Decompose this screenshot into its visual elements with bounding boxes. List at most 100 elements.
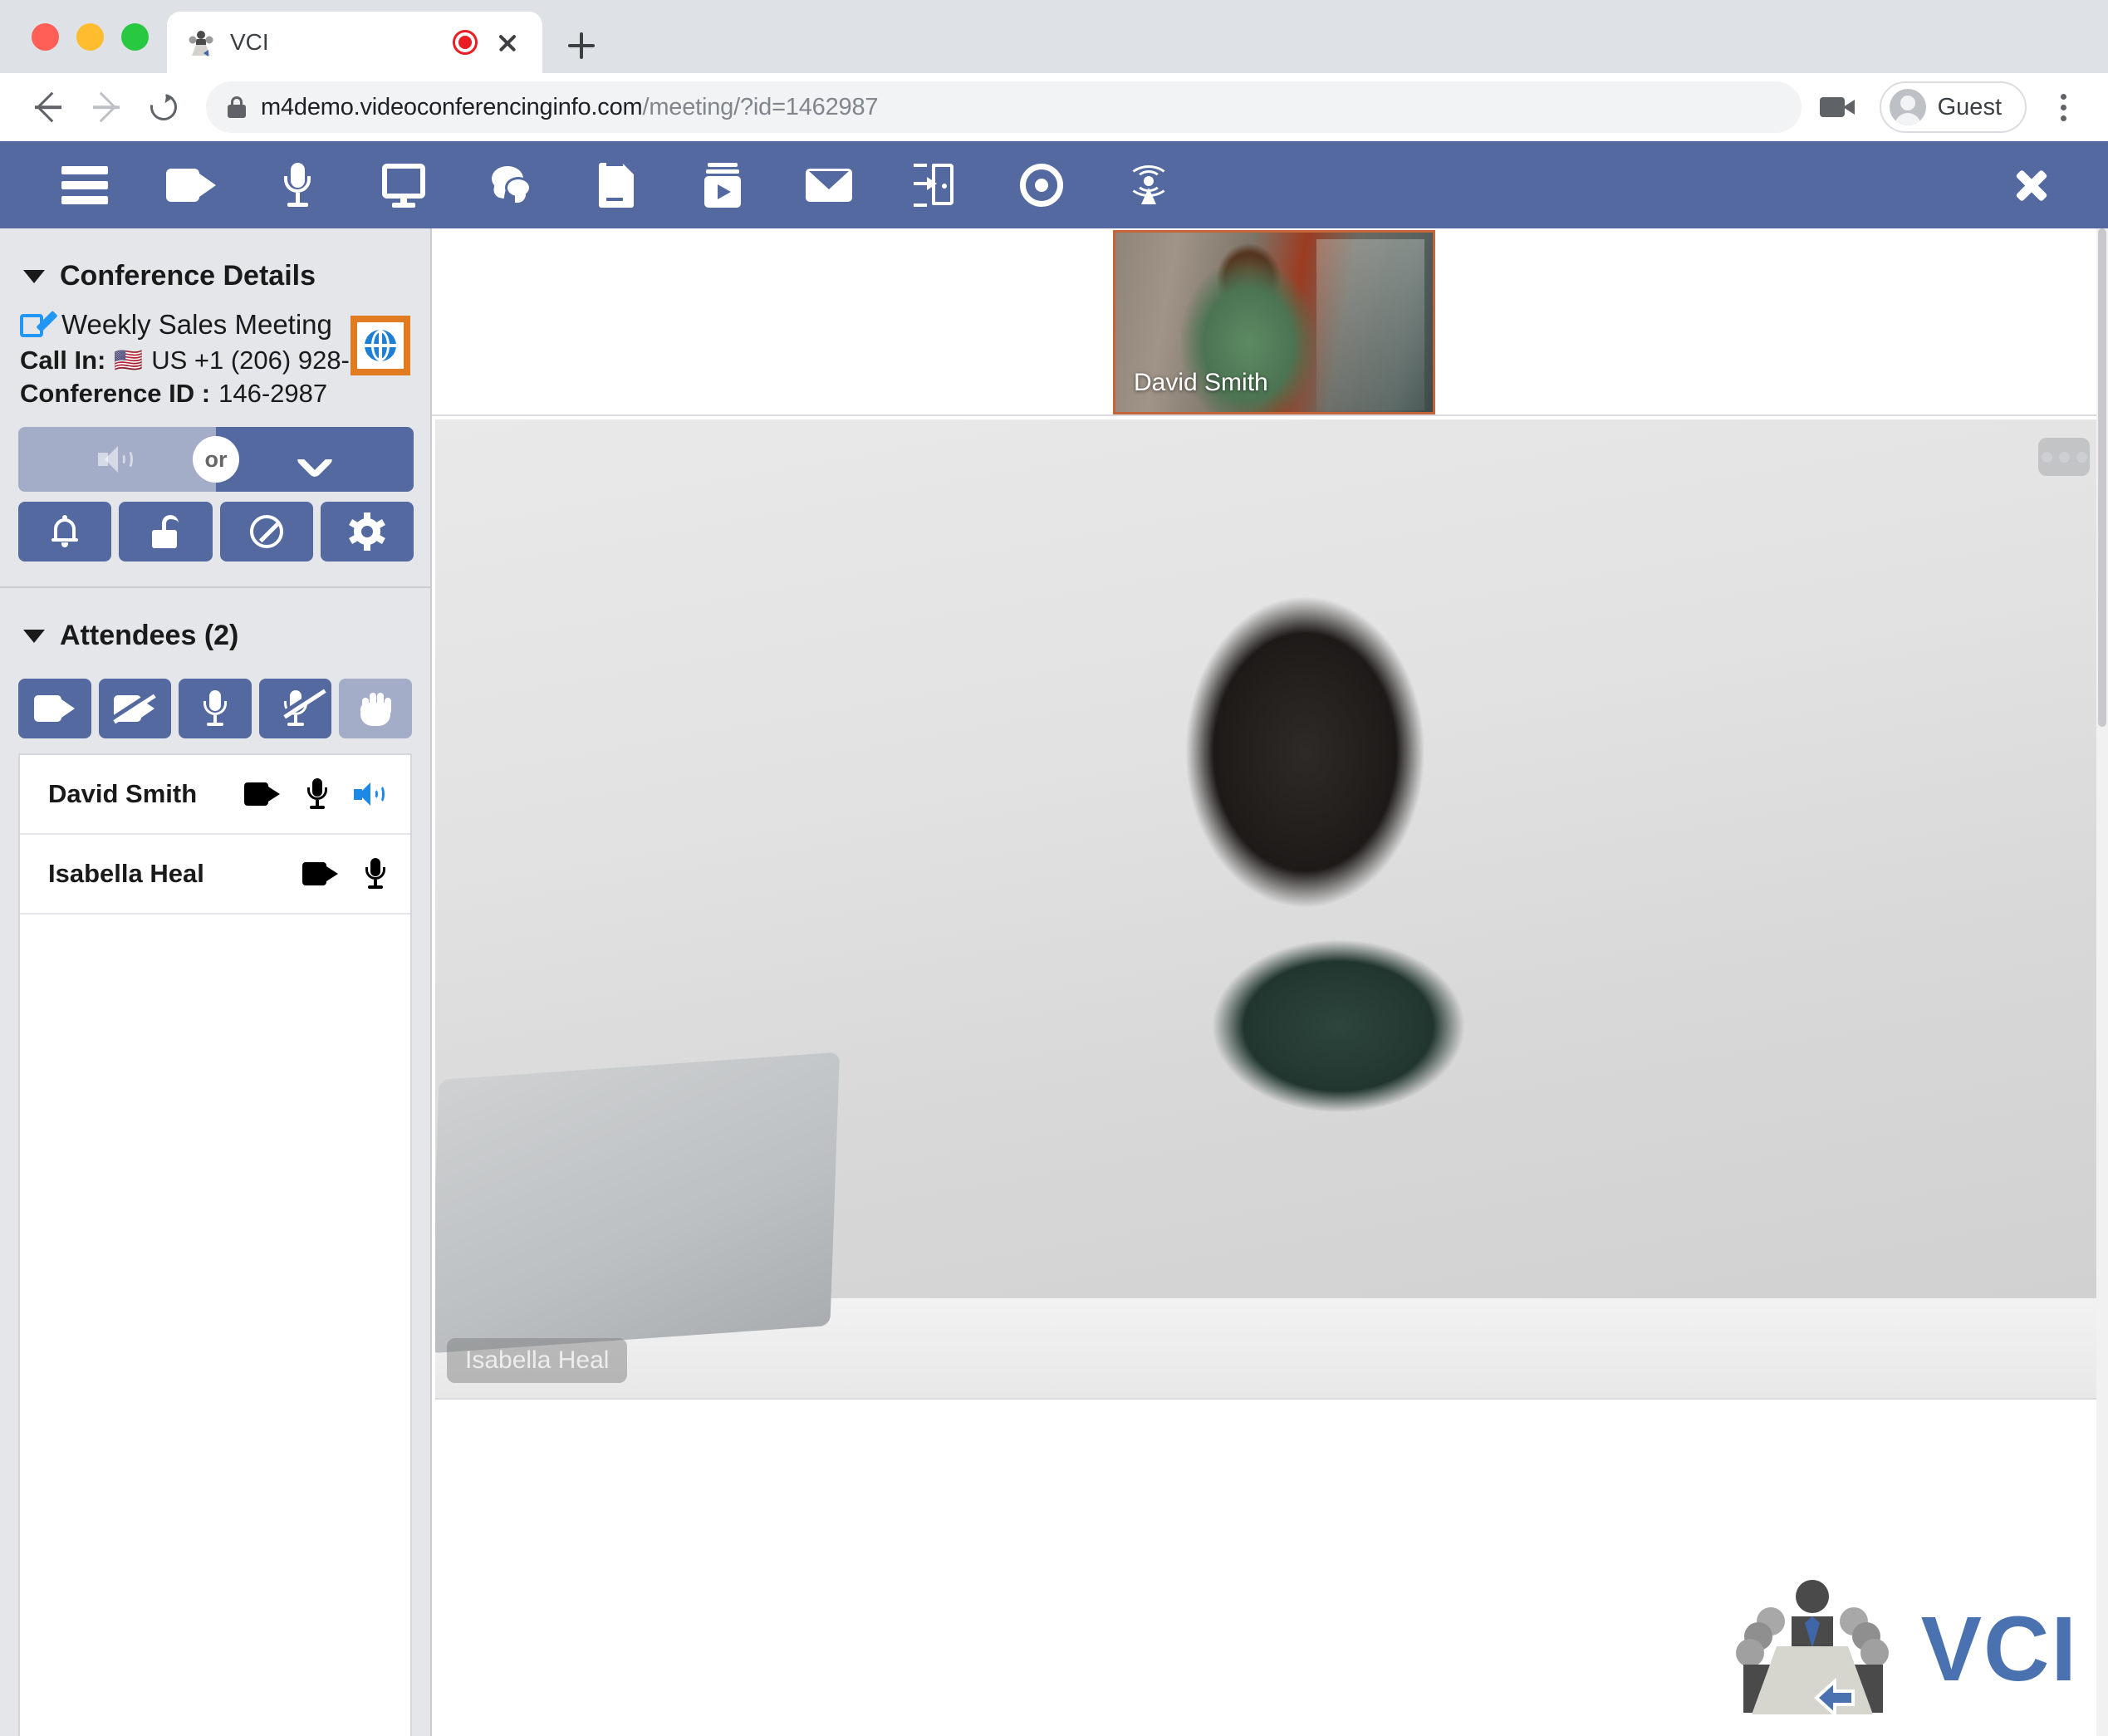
collapse-caret-icon[interactable] [23,269,45,283]
phone-icon [294,439,336,480]
address-bar[interactable]: m4demo.videoconferencinginfo.com/meeting… [206,81,1802,133]
lock-icon [228,96,246,118]
block-button[interactable] [219,502,313,562]
minimize-window-button[interactable] [76,22,104,51]
app-body: Conference Details Weekly Sales Meeting … [0,228,2108,1736]
forward-icon[interactable] [80,81,131,133]
video-stage: David Smith Isabella Heal VCI [432,228,2108,1736]
attendees-title: Attendees (2) [60,620,239,651]
mic-on-icon [203,690,227,727]
conference-details-title: Conference Details [60,260,316,292]
camera-icon[interactable] [302,862,339,885]
video-camera-icon[interactable] [138,141,244,228]
lock-meeting-button[interactable] [119,502,213,562]
collapse-caret-icon[interactable] [23,629,45,643]
recording-dot-icon [453,30,478,55]
join-by-phone-button[interactable] [216,427,414,492]
edit-icon[interactable] [20,310,58,339]
reload-icon[interactable] [138,81,189,133]
profile-chip[interactable]: Guest [1879,81,2027,133]
scrollbar-thumb[interactable] [2098,228,2106,727]
vci-logo-text: VCI [1920,1598,2078,1700]
globe-icon[interactable] [365,330,396,361]
close-icon[interactable] [1985,141,2076,228]
attendee-name: Isabella Heal [48,859,204,888]
speaker-icon [98,444,136,474]
document-icon[interactable] [563,141,669,228]
list-item[interactable]: Isabella Heal [20,835,410,915]
vci-app: Conference Details Weekly Sales Meeting … [0,141,2108,1736]
raise-hand-icon [359,691,392,726]
thumbnail-background-detail [1316,239,1424,410]
camera-on-icon [33,695,76,722]
conference-id-value: 146-2987 [218,379,328,408]
or-separator: or [193,436,239,483]
attendee-status-icons [302,858,385,890]
back-icon[interactable] [22,81,73,133]
unlock-icon [150,515,180,548]
raise-hand-button[interactable] [339,679,412,738]
bell-button[interactable] [18,502,112,562]
us-flag-icon: 🇺🇸 [114,347,144,373]
thumbnail-strip: David Smith [432,228,2108,416]
call-in-label: Call In: [20,346,106,375]
omnibox-bar: m4demo.videoconferencinginfo.com/meeting… [0,73,2108,141]
video-player-icon[interactable] [669,141,776,228]
browser-chrome: VCI m4demo.videoconferencinginfo.com/mee… [0,0,2108,141]
conference-details-header[interactable]: Conference Details [0,228,430,301]
record-icon[interactable] [988,141,1095,228]
conference-id-label: Conference ID : [20,379,211,408]
url-domain: m4demo.videoconferencinginfo.com [261,93,643,120]
microphone-icon[interactable] [244,141,351,228]
url-path: /meeting/?id=1462987 [642,93,879,120]
attendees-toolbar [18,679,412,738]
mail-icon[interactable] [776,141,882,228]
mute-all-button[interactable] [258,679,332,738]
conference-id-row: Conference ID : 146-2987 [20,379,414,409]
camera-icon[interactable] [244,782,281,806]
tab-strip: VCI [0,0,2108,73]
camera-indicator-icon[interactable] [1816,84,1863,130]
globe-icon-highlight[interactable] [351,316,410,375]
microphone-icon[interactable] [365,858,385,890]
bell-icon [51,515,79,548]
start-all-video-button[interactable] [18,679,91,738]
new-tab-button[interactable] [554,18,609,73]
tab-close-icon[interactable] [491,26,524,59]
screen-share-icon[interactable] [351,141,457,228]
menu-icon[interactable] [32,141,138,228]
vci-conference-logo-icon [1725,1575,1900,1724]
maximize-window-button[interactable] [121,22,149,51]
app-toolbar [0,141,2108,228]
main-video-laptop [435,1052,840,1354]
page-scrollbar[interactable] [2096,228,2108,1736]
chat-icon[interactable] [457,141,563,228]
settings-button[interactable] [320,502,414,562]
thumbnail-name-label: David Smith [1134,369,1268,396]
kebab-menu-icon[interactable] [2040,81,2086,133]
participant-thumbnail[interactable]: David Smith [1113,230,1435,414]
speaker-icon[interactable] [354,782,385,807]
window-controls[interactable] [23,0,167,73]
block-icon [249,515,283,548]
browser-tab[interactable]: VCI [167,12,542,73]
stop-all-video-button[interactable] [98,679,172,738]
vci-favicon-icon [185,28,217,56]
vci-logo: VCI [1725,1575,2078,1724]
mic-off-icon [282,689,326,727]
attendee-status-icons [244,778,385,810]
tab-title: VCI [230,29,269,55]
join-by-computer-button[interactable] [18,427,216,492]
main-video[interactable]: Isabella Heal [435,419,2108,1400]
close-window-button[interactable] [32,22,59,51]
meeting-name: Weekly Sales Meeting [61,309,332,340]
profile-label: Guest [1937,93,2002,120]
list-item[interactable]: David Smith [20,755,410,835]
broadcast-icon[interactable] [1095,141,1201,228]
microphone-icon[interactable] [307,778,327,810]
unmute-all-button[interactable] [179,679,252,738]
attendee-name: David Smith [48,779,198,808]
exit-icon[interactable] [882,141,988,228]
attendees-header[interactable]: Attendees (2) [0,588,430,660]
more-options-icon[interactable] [2038,438,2090,476]
